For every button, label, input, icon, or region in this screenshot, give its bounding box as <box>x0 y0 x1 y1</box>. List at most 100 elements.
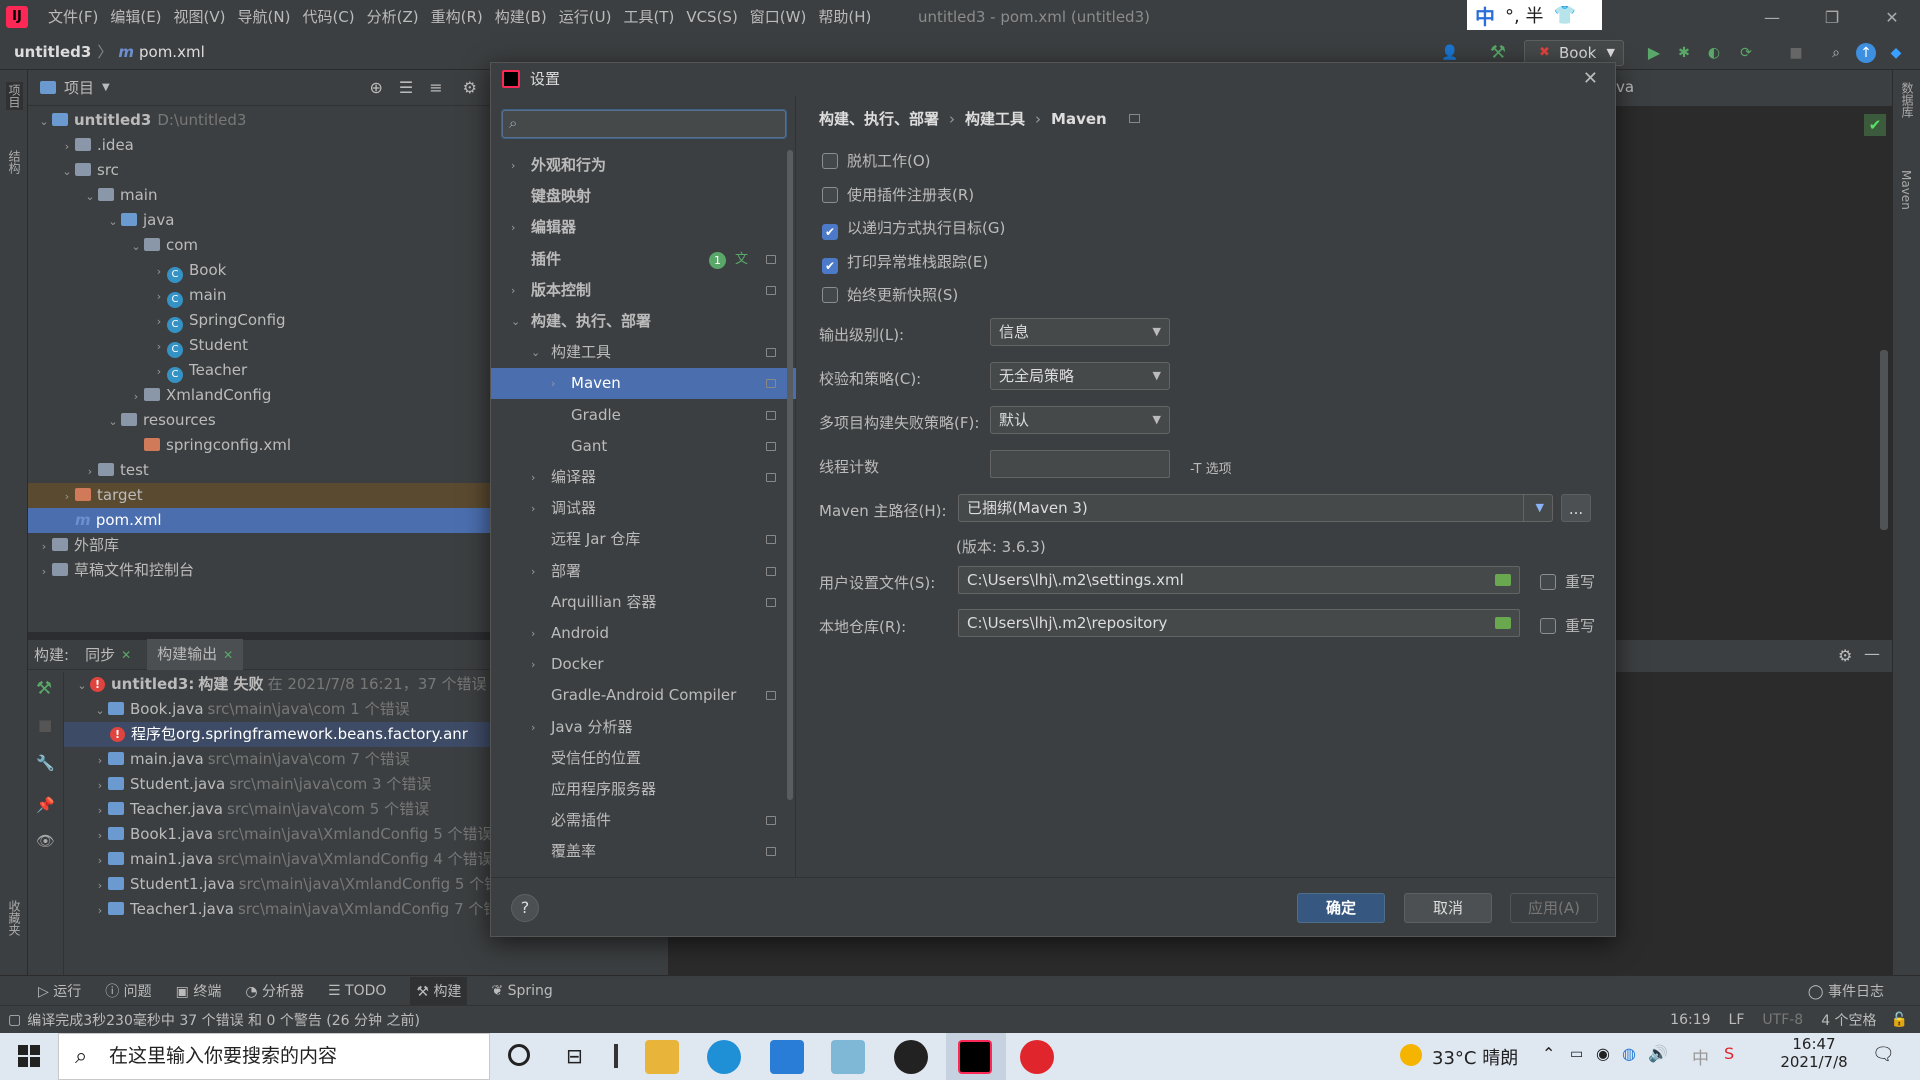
chevron-right-icon[interactable]: › <box>151 309 167 334</box>
close-dialog-button[interactable]: ✕ <box>1583 68 1598 89</box>
chevron-right-icon[interactable]: › <box>92 823 108 848</box>
bottom-tool-tab[interactable]: ▷ 运行 <box>38 981 81 1001</box>
tray-app-icon[interactable]: S <box>1724 1044 1734 1063</box>
chevron-down-icon[interactable]: ⌄ <box>531 337 540 368</box>
stop-icon[interactable]: ■ <box>1786 43 1806 63</box>
settings-tree-item[interactable]: ⌄ 构建工具 <box>491 337 796 368</box>
notepad-icon[interactable] <box>831 1040 865 1074</box>
settings-tree-item[interactable]: › Java 分析器 <box>491 712 796 743</box>
notification-icon[interactable]: 🗨 <box>1872 1044 1895 1065</box>
chevron-right-icon[interactable]: › <box>92 873 108 898</box>
project-tree-item[interactable]: ⌄ resources <box>28 408 491 433</box>
settings-tree-item[interactable]: Arquillian 容器 <box>491 587 796 618</box>
windows-start-icon[interactable] <box>18 1045 40 1067</box>
chevron-right-icon[interactable]: › <box>531 712 535 743</box>
chevron-right-icon[interactable]: › <box>531 556 535 587</box>
expand-all-icon[interactable]: ☰ <box>399 78 413 97</box>
project-tree-item[interactable]: › XmlandConfig <box>28 383 491 408</box>
build-tree-row[interactable]: ⌄! untitled3: 构建 失败在 2021/7/8 16:21，37 个错误 <box>64 672 491 697</box>
menu-item[interactable]: 代码(C) <box>296 0 360 35</box>
settings-tree-item[interactable]: Gant <box>491 431 796 462</box>
chevron-down-icon[interactable]: ⌄ <box>74 673 90 698</box>
netease-music-icon[interactable] <box>1020 1040 1054 1074</box>
settings-tree-item[interactable]: 必需插件 <box>491 805 796 836</box>
help-button[interactable]: ? <box>511 894 539 922</box>
build-tree-row[interactable]: › Teacher.java src\main\java\com 5 个错误 <box>64 797 491 822</box>
settings-tree-item[interactable]: 覆盖率 <box>491 836 796 867</box>
chevron-right-icon[interactable]: › <box>59 484 75 509</box>
chevron-right-icon[interactable]: › <box>531 618 535 649</box>
chevron-right-icon[interactable]: › <box>151 359 167 384</box>
update-icon[interactable]: ↑ <box>1856 43 1876 63</box>
file-encoding[interactable]: UTF-8 <box>1762 1012 1803 1028</box>
project-tree-item[interactable]: › 外部库 <box>28 533 491 558</box>
taskbar-search-input[interactable]: ⌕ 在这里输入你要搜索的内容 <box>58 1033 490 1080</box>
chevron-right-icon[interactable]: › <box>531 462 535 493</box>
stop-icon[interactable]: ■ <box>38 716 52 734</box>
chevron-right-icon[interactable]: › <box>92 748 108 773</box>
menu-item[interactable]: 编辑(E) <box>104 0 167 35</box>
chevron-down-icon[interactable]: ⌄ <box>105 409 121 434</box>
project-tree-item[interactable]: › target <box>28 483 491 508</box>
settings-tree-item[interactable]: › 编译器 <box>491 462 796 493</box>
chevron-right-icon[interactable]: › <box>551 368 555 399</box>
settings-tree-item[interactable]: › 外观和行为 <box>491 150 796 181</box>
cortana-icon[interactable] <box>508 1044 530 1066</box>
settings-tree-item[interactable]: › 版本控制 <box>491 275 796 306</box>
jetbrains-toolbox-icon[interactable]: ◆ <box>1886 43 1906 63</box>
caret-position[interactable]: 16:19 <box>1670 1012 1710 1028</box>
search-icon[interactable]: ⌕ <box>1826 43 1846 63</box>
thread-count-input[interactable] <box>990 450 1170 478</box>
project-tree-item[interactable]: ⌄ com <box>28 233 491 258</box>
pin-icon[interactable]: 📌 <box>36 796 55 814</box>
close-window-button[interactable]: ✕ <box>1872 0 1912 35</box>
qq-icon[interactable] <box>894 1040 928 1074</box>
menu-item[interactable]: 帮助(H) <box>812 0 877 35</box>
line-separator[interactable]: LF <box>1729 1012 1745 1028</box>
project-tree-item[interactable]: ⌄ java <box>28 208 491 233</box>
settings-tree-item[interactable]: 受信任的位置 <box>491 743 796 774</box>
menu-item[interactable]: 分析(Z) <box>361 0 425 35</box>
tray-ime[interactable]: 中 <box>1692 1044 1709 1069</box>
settings-tree-item[interactable]: 插件 1 文 <box>491 244 796 275</box>
cancel-button[interactable]: 取消 <box>1404 893 1492 923</box>
settings-tree-item[interactable]: › Docker <box>491 649 796 680</box>
vcs-user-icon[interactable]: 👤 <box>1440 43 1460 63</box>
checksum-policy-select[interactable]: 无全局策略 ▼ <box>990 362 1170 390</box>
chevron-down-icon[interactable]: ⌄ <box>105 209 121 234</box>
stripe-structure-tab[interactable]: 结构 <box>6 150 23 174</box>
stripe-maven-tab[interactable]: Maven <box>1899 170 1913 210</box>
user-settings-input[interactable]: C:\Users\lhj\.m2\settings.xml <box>958 566 1520 594</box>
breadcrumb-file[interactable]: pom.xml <box>139 35 205 70</box>
collapse-all-icon[interactable]: ≡ <box>429 78 442 97</box>
settings-tree-item[interactable]: › 部署 <box>491 556 796 587</box>
locate-icon[interactable]: ⊕ <box>370 78 383 97</box>
rebuild-hammer-icon[interactable]: ⚒ <box>36 678 52 699</box>
project-tree-item[interactable]: springconfig.xml <box>28 433 491 458</box>
menu-item[interactable]: 工具(T) <box>617 0 680 35</box>
local-repo-override-checkbox[interactable]: 重写 <box>1540 615 1595 636</box>
build-tree-row[interactable]: ! 程序包org.springframework.beans.factory.an… <box>64 722 491 747</box>
chevron-right-icon[interactable]: › <box>92 848 108 873</box>
mail-icon[interactable] <box>770 1040 804 1074</box>
minimize-button[interactable]: — <box>1752 0 1792 35</box>
tray-battery-icon[interactable]: ▭ <box>1570 1046 1583 1062</box>
stripe-database-tab[interactable]: 数据库 <box>1899 82 1916 118</box>
editor-scrollbar[interactable] <box>1880 350 1888 530</box>
tray-qq-icon[interactable]: ◉ <box>1596 1044 1610 1063</box>
taskbar-clock[interactable]: 16:47 2021/7/8 <box>1774 1035 1854 1071</box>
project-tree-item[interactable]: › C Student <box>28 333 491 358</box>
chevron-right-icon[interactable]: › <box>151 259 167 284</box>
settings-search-input[interactable]: ⌕ <box>502 110 786 138</box>
lock-icon[interactable]: 🔓 <box>1891 1012 1908 1028</box>
sidebar-scrollbar[interactable] <box>787 150 793 800</box>
ok-button[interactable]: 确定 <box>1297 893 1385 923</box>
folder-icon[interactable] <box>1495 617 1511 629</box>
maximize-button[interactable]: ❐ <box>1812 0 1852 35</box>
menu-item[interactable]: 重构(R) <box>425 0 489 35</box>
chevron-down-icon[interactable]: ⌄ <box>59 159 75 184</box>
bottom-tool-tab[interactable]: ▣ 终端 <box>176 981 222 1001</box>
intellij-logo-icon[interactable]: IJ <box>6 6 28 28</box>
chevron-down-icon[interactable]: ⌄ <box>92 698 108 723</box>
maven-home-select[interactable]: 已捆绑(Maven 3) ▼ <box>958 494 1553 522</box>
